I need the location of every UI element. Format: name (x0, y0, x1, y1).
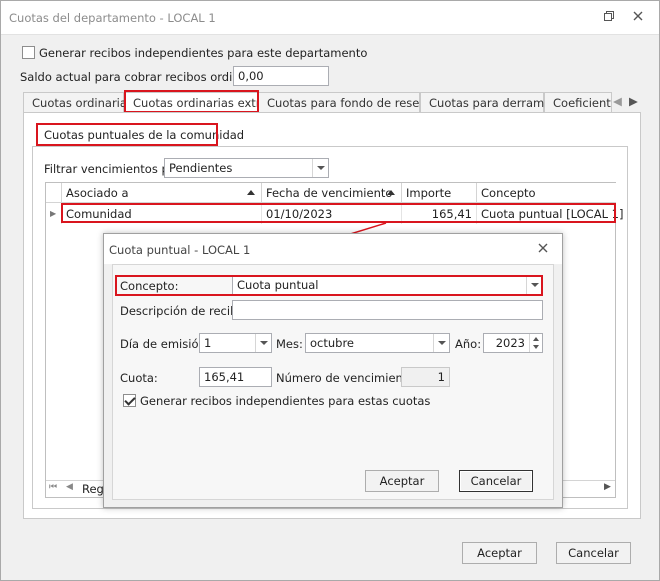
concepto-label: Concepto: (120, 279, 179, 293)
filter-select[interactable]: Pendientes (164, 158, 329, 178)
column-header-asociado[interactable]: Asociado a (62, 183, 262, 203)
main-window: Cuotas del departamento - LOCAL 1 Genera… (0, 0, 660, 581)
cuota-label: Cuota: (120, 371, 158, 385)
descripcion-input[interactable] (232, 300, 543, 320)
restore-icon[interactable] (602, 10, 616, 24)
cell-importe[interactable]: 165,41 (402, 204, 477, 224)
column-header-fecha[interactable]: Fecha de vencimiento (262, 183, 402, 203)
row-indicator-icon: ▶ (46, 204, 62, 224)
mes-value: octubre (310, 336, 355, 350)
cell-concepto[interactable]: Cuota puntual [LOCAL 1] (477, 204, 623, 224)
independent-receipts-checkbox[interactable] (22, 46, 35, 59)
tab-derramas[interactable]: Cuotas para derramas (420, 92, 557, 113)
chevron-down-icon[interactable] (312, 159, 328, 177)
anio-spinner[interactable]: 2023 (483, 333, 543, 353)
mes-select[interactable]: octubre (305, 333, 450, 353)
dialog-cancel-button[interactable]: Cancelar (459, 470, 533, 492)
tab-scroll-left-icon[interactable]: ◀ (613, 94, 622, 108)
tab-cuotas-ordinarias[interactable]: Cuotas ordinarias (23, 92, 133, 113)
gen-receipts-checkbox[interactable] (123, 394, 136, 407)
dialog-title: Cuota puntual - LOCAL 1 (109, 243, 251, 257)
independent-receipts-label: Generar recibos independientes para este… (39, 46, 368, 60)
anio-value: 2023 (495, 336, 525, 350)
tab-scroll-right-icon[interactable]: ▶ (629, 94, 638, 108)
dia-select[interactable]: 1 (199, 333, 272, 353)
grid-nav-label: Reg (82, 482, 104, 496)
cancel-button[interactable]: Cancelar (556, 542, 631, 564)
filter-value: Pendientes (169, 161, 233, 175)
cell-asociado[interactable]: Comunidad (62, 204, 262, 224)
chevron-down-icon[interactable] (526, 276, 542, 294)
close-icon[interactable] (631, 10, 645, 24)
prev-record-icon[interactable]: ◀ (66, 482, 73, 492)
title-bar: Cuotas del departamento - LOCAL 1 (1, 1, 659, 35)
tab-fondo-reserva[interactable]: Cuotas para fondo de reserva (258, 92, 438, 113)
chevron-down-icon[interactable] (255, 334, 271, 352)
tab-cuotas-ordinarias-extras[interactable]: Cuotas ordinarias extras (124, 92, 274, 114)
chevron-down-icon[interactable] (433, 334, 449, 352)
dia-label: Día de emisión: (120, 337, 210, 351)
first-record-icon[interactable]: ⏮ (49, 482, 57, 492)
num-venc-input: 1 (401, 367, 450, 387)
scroll-right-icon[interactable]: ▶ (604, 482, 611, 492)
grid-indicator-header (46, 183, 62, 203)
cuota-input[interactable]: 165,41 (199, 367, 272, 387)
column-header-importe[interactable]: Importe (402, 183, 477, 203)
dialog-title-bar: Cuota puntual - LOCAL 1 (104, 234, 562, 264)
spinner-arrows-icon[interactable] (529, 334, 542, 352)
group-title: Cuotas puntuales de la comunidad (44, 128, 245, 142)
window-title: Cuotas del departamento - LOCAL 1 (9, 11, 216, 25)
accept-button[interactable]: Aceptar (462, 542, 537, 564)
sort-ascending-icon (387, 190, 395, 195)
concepto-select[interactable]: Cuota puntual (232, 275, 543, 295)
column-header-concepto[interactable]: Concepto (477, 183, 616, 203)
anio-label: Año: (455, 337, 482, 351)
mes-label: Mes: (276, 337, 303, 351)
descripcion-label: Descripción de recibo: (120, 304, 249, 318)
dialog-close-icon[interactable] (537, 242, 549, 257)
tab-coeficientes[interactable]: Coeficientes (544, 92, 612, 113)
dia-value: 1 (204, 336, 212, 350)
balance-input[interactable]: 0,00 (233, 66, 329, 86)
dialog-accept-button[interactable]: Aceptar (365, 470, 439, 492)
sort-ascending-icon (247, 190, 255, 195)
gen-receipts-label: Generar recibos independientes para esta… (140, 394, 431, 408)
concepto-value: Cuota puntual (237, 278, 319, 292)
